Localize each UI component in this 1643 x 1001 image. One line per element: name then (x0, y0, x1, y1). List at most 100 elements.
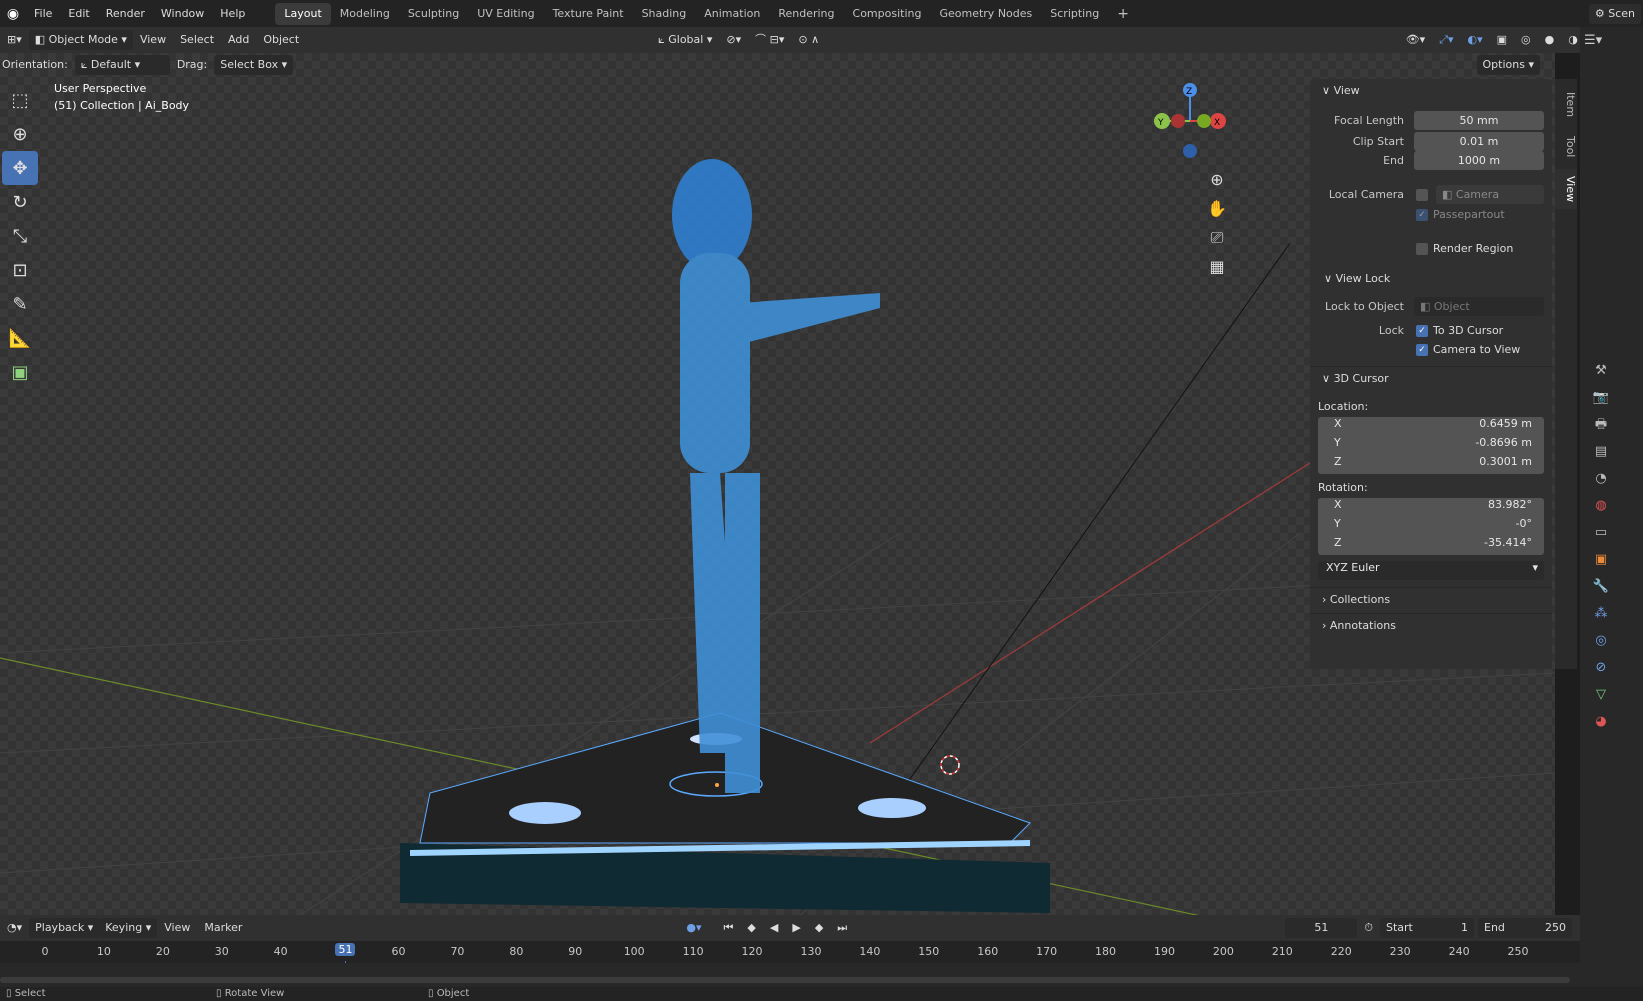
tab-rendering[interactable]: Rendering (769, 3, 843, 25)
camera-view-icon[interactable]: ⎚ (1205, 223, 1229, 252)
tab-compositing[interactable]: Compositing (844, 3, 931, 25)
annotations-section-header[interactable]: › Annotations (1310, 613, 1552, 637)
camera-field[interactable]: ◧ Camera (1436, 185, 1544, 204)
transform-tool-icon[interactable]: ⊡ (2, 253, 38, 287)
auto-keying-icon[interactable]: ●▾ (679, 918, 708, 938)
playback-menu[interactable]: Playback ▾ (29, 918, 100, 938)
outliner-editor-icon[interactable]: ☰▾ (1584, 33, 1602, 48)
collections-section-header[interactable]: › Collections (1310, 587, 1552, 611)
data-props-icon[interactable]: ▽ (1588, 681, 1614, 708)
tab-item[interactable]: Item (1555, 85, 1577, 125)
output-props-icon[interactable]: 🖶 (1588, 411, 1614, 438)
tab-view[interactable]: View (1555, 169, 1577, 209)
cursor-rotation-z[interactable]: Z -35.414° (1318, 536, 1544, 555)
scale-tool-icon[interactable]: ⤡ (2, 219, 38, 253)
zoom-icon[interactable]: ⊕ (1205, 165, 1229, 194)
timeline-scrollbar[interactable] (0, 977, 1570, 983)
constraints-icon[interactable]: ⊘ (1588, 654, 1614, 681)
add-cube-tool-icon[interactable]: ▣ (2, 355, 38, 389)
clip-start-field[interactable]: 0.01 m (1414, 132, 1544, 151)
current-frame-indicator[interactable]: 51 (335, 943, 356, 956)
blender-logo-icon[interactable]: ◉ (0, 6, 26, 22)
scene-selector[interactable]: ⚙ Scen (1588, 3, 1641, 24)
shading-wireframe-icon[interactable]: ◎ (1514, 30, 1538, 50)
tab-animation[interactable]: Animation (695, 3, 769, 25)
menu-view[interactable]: View (133, 30, 173, 50)
menu-file[interactable]: File (26, 0, 60, 27)
current-frame-field[interactable]: 51 (1285, 918, 1358, 938)
collection-props-icon[interactable]: ▭ (1588, 519, 1614, 546)
timeline-track[interactable] (0, 963, 1580, 987)
measure-tool-icon[interactable]: 📐 (2, 321, 38, 355)
menu-render[interactable]: Render (98, 0, 153, 27)
menu-select[interactable]: Select (173, 30, 221, 50)
proportional-edit-icon[interactable]: ⊙ ∧ (791, 30, 826, 50)
preview-range-icon[interactable]: ⏱ (1357, 918, 1380, 938)
particles-icon[interactable]: ⁂ (1588, 600, 1614, 627)
visibility-icon[interactable]: 👁▾ (1399, 30, 1433, 50)
scene-props-icon[interactable]: ◔ (1588, 465, 1614, 492)
view-layer-icon[interactable]: ▤ (1588, 438, 1614, 465)
rotate-tool-icon[interactable]: ↻ (2, 185, 38, 219)
lock-object-field[interactable]: ◧ Object (1414, 297, 1544, 316)
tool-props-icon[interactable]: ⚒ (1588, 357, 1614, 384)
move-tool-icon[interactable]: ✥ (2, 151, 38, 185)
physics-icon[interactable]: ◎ (1588, 627, 1614, 654)
pivot-icon[interactable]: ⊘▾ (719, 30, 748, 50)
cursor-rotation-y[interactable]: Y -0° (1318, 517, 1544, 536)
to-3d-cursor-option[interactable]: ✓ To 3D Cursor (1416, 321, 1503, 341)
menu-add[interactable]: Add (221, 30, 256, 50)
cursor-rotation-x[interactable]: X 83.982° (1318, 498, 1544, 517)
play-reverse-icon[interactable]: ◀ (763, 918, 785, 938)
play-icon[interactable]: ▶ (785, 918, 807, 938)
rotation-mode-dropdown[interactable]: XYZ Euler ▾ (1318, 561, 1544, 580)
xray-icon[interactable]: ▣ (1490, 30, 1514, 50)
timeline-ruler[interactable]: 0 10 20 30 40 51 60 70 80 90 100 110 120 130 140 150 160… (0, 941, 1580, 987)
start-frame-field[interactable]: Start 1 (1380, 918, 1474, 938)
jump-start-icon[interactable]: ⏮ (717, 918, 741, 938)
prev-keyframe-icon[interactable]: ◆ (740, 918, 762, 938)
tab-tool[interactable]: Tool (1555, 129, 1577, 165)
tab-texture-paint[interactable]: Texture Paint (544, 3, 633, 25)
material-props-icon[interactable]: ◕ (1588, 708, 1614, 735)
navigation-gizmo[interactable]: Z X Y (1154, 83, 1226, 158)
drag-dropdown[interactable]: Select Box ▾ (214, 55, 294, 75)
tab-shading[interactable]: Shading (633, 3, 696, 25)
gizmo-toggle-icon[interactable]: ⤢▾ (1432, 30, 1460, 50)
tab-scripting[interactable]: Scripting (1041, 3, 1108, 25)
tab-geometry-nodes[interactable]: Geometry Nodes (930, 3, 1041, 25)
timeline-editor-icon[interactable]: ◔▾ (0, 918, 29, 938)
render-props-icon[interactable]: 📷 (1588, 384, 1614, 411)
timeline-view-menu[interactable]: View (157, 918, 197, 938)
add-workspace-button[interactable]: + (1108, 3, 1138, 25)
tab-layout[interactable]: Layout (275, 2, 331, 25)
view-lock-section-header[interactable]: ∨ View Lock (1324, 269, 1566, 289)
tab-modeling[interactable]: Modeling (331, 3, 399, 25)
grid-toggle-icon[interactable]: ▦ (1205, 252, 1229, 281)
3d-cursor-section-header[interactable]: ∨ 3D Cursor (1310, 366, 1552, 390)
menu-edit[interactable]: Edit (60, 0, 97, 27)
next-keyframe-icon[interactable]: ◆ (808, 918, 830, 938)
modifier-icon[interactable]: 🔧 (1588, 573, 1614, 600)
transform-orientation-dropdown[interactable]: ⟀ Global ▾ (651, 30, 719, 50)
overlay-toggle-icon[interactable]: ◐▾ (1461, 30, 1490, 50)
cursor-location-x[interactable]: X 0.6459 m (1318, 417, 1544, 436)
jump-end-icon[interactable]: ⏭ (830, 918, 854, 938)
object-props-icon[interactable]: ▣ (1588, 546, 1614, 573)
annotate-tool-icon[interactable]: ✎ (2, 287, 38, 321)
clip-end-field[interactable]: 1000 m (1414, 151, 1544, 170)
local-camera-checkbox[interactable] (1416, 189, 1428, 201)
focal-length-field[interactable]: 50 mm (1414, 111, 1544, 130)
cursor-tool-icon[interactable]: ⊕ (2, 117, 38, 151)
orientation-dropdown[interactable]: ⟀ Default ▾ (74, 55, 170, 75)
tab-sculpting[interactable]: Sculpting (399, 3, 468, 25)
view-section-header[interactable]: ∨ View (1310, 79, 1552, 103)
editor-type-icon[interactable]: ⊞▾ (0, 30, 29, 50)
shading-solid-icon[interactable]: ● (1538, 30, 1562, 50)
snap-icon[interactable]: ⌒ ⊟▾ (748, 30, 791, 50)
cursor-location-z[interactable]: Z 0.3001 m (1318, 455, 1544, 474)
menu-help[interactable]: Help (212, 0, 253, 27)
tab-uv-editing[interactable]: UV Editing (468, 3, 543, 25)
mode-dropdown[interactable]: ◧ Object Mode ▾ (28, 30, 133, 50)
world-props-icon[interactable]: ◍ (1588, 492, 1614, 519)
